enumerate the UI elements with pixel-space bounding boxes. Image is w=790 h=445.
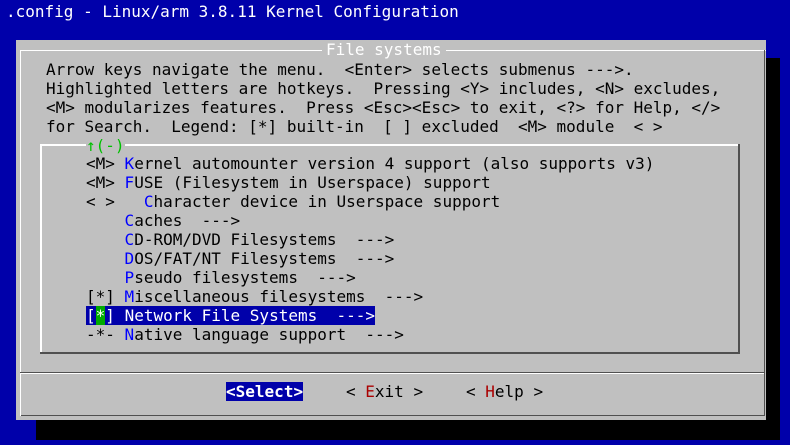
menu-item-gap <box>115 173 125 192</box>
button-hotkey: S <box>235 382 246 401</box>
menu-item-hotkey: N <box>124 325 135 344</box>
dialog-title: File systems <box>322 40 446 59</box>
select-button[interactable]: <Select> <box>226 382 304 401</box>
menu-item-dos-fat-nt[interactable]: DOS/FAT/NT Filesystems ---> <box>86 249 395 268</box>
help-line: Highlighted letters are hotkeys. Pressin… <box>46 79 721 98</box>
menu-item-label: seudo filesystems ---> <box>134 268 356 287</box>
button-separator-highlight <box>20 373 764 374</box>
button-label: elect> <box>245 382 304 401</box>
button-hotkey: E <box>365 382 375 401</box>
menu-item-gap <box>115 306 125 325</box>
menu-item-label: OS/FAT/NT Filesystems ---> <box>134 249 395 268</box>
menu-item-hotkey: N <box>124 306 135 325</box>
button-bracket: < <box>346 382 366 401</box>
menu-item-cdrom-dvd[interactable]: CD-ROM/DVD Filesystems ---> <box>86 230 395 249</box>
dialog-frame-bottom <box>20 415 765 416</box>
menu-item-label: etwork File Systems ---> <box>134 306 376 325</box>
scroll-up-indicator[interactable]: ↑(-) <box>86 136 125 155</box>
menu-item-gap <box>115 268 125 287</box>
button-bracket: < <box>226 382 236 401</box>
mark-close: ] <box>105 306 115 325</box>
menu-item-gap <box>115 192 144 211</box>
menu-item-native-language[interactable]: -*- Native language support ---> <box>86 325 404 344</box>
menu-item-label: iscellaneous filesystems ---> <box>134 287 424 306</box>
menu-box-left <box>40 144 42 354</box>
menu-item-mark: -*- <box>86 325 115 344</box>
help-line: for Search. Legend: [*] built-in [ ] exc… <box>46 117 663 136</box>
menu-item-network-file-systems[interactable]: [*] Network File Systems ---> <box>86 306 376 325</box>
dialog-frame-left-lower <box>20 372 21 416</box>
menu-item-mark: [*] <box>86 306 115 325</box>
menu-item-hotkey: M <box>124 287 135 306</box>
menu-item-mark <box>86 249 115 268</box>
help-line: <M> modularizes features. Press <Esc><Es… <box>46 98 721 117</box>
button-label: elp > <box>494 382 544 401</box>
exit-button[interactable]: < Exit > <box>346 382 423 401</box>
window-title: .config - Linux/arm 3.8.11 Kernel Config… <box>6 2 459 21</box>
dialog-frame-right <box>764 50 765 416</box>
menu-item-mark: <M> <box>86 173 115 192</box>
menu-item-label: haracter device in Userspace support <box>153 192 501 211</box>
menu-item-mark <box>86 211 115 230</box>
menu-item-mark: < > <box>86 192 115 211</box>
menu-item-gap <box>115 325 125 344</box>
menu-box-top <box>40 144 740 146</box>
mark-open: [ <box>86 306 96 325</box>
button-bracket: < <box>466 382 486 401</box>
menu-item-hotkey: C <box>124 230 135 249</box>
menu-item-hotkey: K <box>124 154 135 173</box>
menu-item-mark: <M> <box>86 154 115 173</box>
menu-item-mark: [*] <box>86 287 115 306</box>
menu-item-gap <box>115 287 125 306</box>
menu-item-misc-filesystems[interactable]: [*] Miscellaneous filesystems ---> <box>86 287 423 306</box>
menu-item-hotkey: P <box>124 268 135 287</box>
menu-item-label: aches ---> <box>134 211 241 230</box>
menu-item-hotkey: C <box>124 211 135 230</box>
menu-item-hotkey: D <box>124 249 135 268</box>
menu-item-label: D-ROM/DVD Filesystems ---> <box>134 230 395 249</box>
help-button[interactable]: < Help > <box>466 382 543 401</box>
menu-item-label: USE (Filesystem in Userspace) support <box>134 173 491 192</box>
menu-item-mark <box>86 268 115 287</box>
button-label: xit > <box>374 382 424 401</box>
dialog-frame-left <box>20 50 21 372</box>
menu-item-fuse[interactable]: <M> FUSE (Filesystem in Userspace) suppo… <box>86 173 491 192</box>
menu-item-label: ernel automounter version 4 support (als… <box>134 154 655 173</box>
help-line: Arrow keys navigate the menu. <Enter> se… <box>46 60 634 79</box>
menu-item-gap <box>115 230 125 249</box>
menu-item-gap <box>115 154 125 173</box>
menu-item-cuse[interactable]: < > Character device in Userspace suppor… <box>86 192 500 211</box>
button-hotkey: H <box>485 382 495 401</box>
menu-item-gap <box>115 249 125 268</box>
menu-box-bottom <box>40 352 740 354</box>
menu-item-kernel-automounter[interactable]: <M> Kernel automounter version 4 support… <box>86 154 654 173</box>
menu-item-caches[interactable]: Caches ---> <box>86 211 241 230</box>
mark-cursor: * <box>95 306 106 325</box>
menu-item-pseudo-filesystems[interactable]: Pseudo filesystems ---> <box>86 268 356 287</box>
menu-item-label: ative language support ---> <box>134 325 404 344</box>
menu-item-mark <box>86 230 115 249</box>
menu-item-gap <box>115 211 125 230</box>
menu-box-right <box>738 144 740 354</box>
menu-item-hotkey: C <box>143 192 154 211</box>
menu-item-hotkey: F <box>124 173 135 192</box>
